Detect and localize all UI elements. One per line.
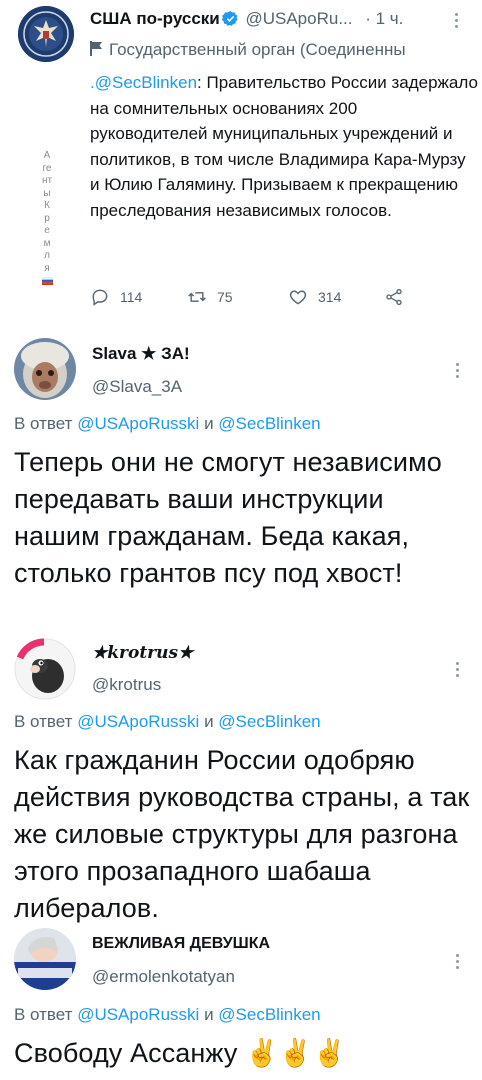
- flag-icon: [90, 41, 102, 56]
- reply-context: В ответ @USApoRusski и @SecBlinken: [14, 414, 321, 434]
- thread-letter: я: [44, 262, 50, 274]
- like-action[interactable]: 314: [288, 287, 341, 307]
- retweet-count: 75: [217, 289, 233, 305]
- share-icon: [386, 288, 402, 306]
- seal-avatar[interactable]: [18, 6, 74, 62]
- reply-prefix: В ответ: [14, 1005, 73, 1024]
- tweet-body: : Правительство России задержало на сомн…: [90, 73, 478, 220]
- tweet-text: Свободу Ассанжу ✌️✌️✌️: [14, 1038, 347, 1068]
- mention-link[interactable]: @USApoRusski: [77, 712, 199, 731]
- reply-join: и: [204, 1005, 214, 1024]
- like-icon: [289, 290, 307, 305]
- reply-count: 114: [120, 289, 143, 305]
- tweet-header: США по-русски @USApoRu... · 1 ч.: [90, 9, 403, 29]
- girl-avatar[interactable]: [14, 928, 76, 990]
- thread-letter: р: [44, 212, 50, 224]
- tweet-text: .@SecBlinken: Правительство России задер…: [90, 70, 478, 224]
- thread-letter: ге: [42, 162, 52, 174]
- mention-link[interactable]: @SecBlinken: [218, 414, 320, 433]
- main-tweet[interactable]: А ге нт ы К р е м л я США по-русски @USA…: [0, 0, 482, 330]
- author-handle[interactable]: @krotrus: [92, 675, 161, 695]
- share-action[interactable]: [384, 287, 404, 307]
- retweet-action[interactable]: 75: [187, 287, 233, 307]
- author-name[interactable]: Slava ★ ЗА!: [92, 344, 190, 364]
- tweet-text: Теперь они не смогут независимо передава…: [14, 447, 442, 588]
- reply-context: В ответ @USApoRusski и @SecBlinken: [14, 1005, 321, 1025]
- reply-action[interactable]: 114: [90, 287, 142, 307]
- retweet-icon: [188, 292, 206, 302]
- author-handle[interactable]: @ermolenkotatyan: [92, 967, 235, 987]
- author-handle[interactable]: @USApoRu...: [245, 9, 352, 28]
- verified-badge-icon: [221, 11, 238, 26]
- thread-letter: А: [43, 150, 51, 161]
- reply-tweet[interactable]: ★krotrus★ @krotrus В ответ @USApoRusski …: [0, 630, 482, 923]
- monkey-avatar[interactable]: [14, 338, 76, 400]
- tweet-time[interactable]: · 1 ч.: [365, 9, 403, 28]
- tweet-actions: 114 75 314: [90, 287, 470, 311]
- more-options-icon[interactable]: [456, 662, 460, 680]
- more-options-icon[interactable]: [456, 363, 460, 381]
- thread-letter: е: [44, 225, 50, 236]
- russian-flag-icon: [41, 277, 53, 285]
- thread-letter: нт: [41, 175, 53, 186]
- reply-tweet[interactable]: Slava ★ ЗА! @Slava_3A В ответ @USApoRuss…: [0, 330, 482, 630]
- mole-avatar[interactable]: [14, 638, 76, 700]
- government-label-text: Государственный орган (Соединенны: [109, 40, 406, 59]
- author-name[interactable]: США по-русски: [90, 9, 220, 28]
- tweet-text: Как гражданин России одобряю действия ру…: [14, 745, 470, 923]
- thread-letter: м: [43, 237, 51, 249]
- reply-join: и: [204, 414, 214, 433]
- government-label: Государственный орган (Соединенны: [90, 40, 406, 60]
- reply-prefix: В ответ: [14, 712, 73, 731]
- thread-letter: К: [44, 200, 50, 211]
- more-options-icon[interactable]: [456, 954, 460, 972]
- mention-link[interactable]: @USApoRusski: [77, 414, 199, 433]
- more-options-icon[interactable]: [455, 13, 459, 31]
- like-count: 314: [318, 289, 342, 305]
- mention-link[interactable]: @SecBlinken: [218, 712, 320, 731]
- mention-link[interactable]: .@SecBlinken: [90, 73, 197, 92]
- author-name[interactable]: ★krotrus★: [92, 643, 193, 663]
- reply-prefix: В ответ: [14, 414, 73, 433]
- reply-tweet[interactable]: ВЕЖЛИВАЯ ДЕВУШКА @ermolenkotatyan В отве…: [0, 922, 482, 1080]
- mention-link[interactable]: @SecBlinken: [218, 1005, 320, 1024]
- author-name[interactable]: ВЕЖЛИВАЯ ДЕВУШКА: [92, 935, 270, 953]
- reply-context: В ответ @USApoRusski и @SecBlinken: [14, 712, 321, 732]
- mention-link[interactable]: @USApoRusski: [77, 1005, 199, 1024]
- thread-letter: ы: [43, 187, 51, 199]
- thread-letter: л: [44, 250, 50, 261]
- reply-join: и: [204, 712, 214, 731]
- author-handle[interactable]: @Slava_3A: [92, 377, 182, 397]
- reply-icon: [92, 289, 108, 306]
- thread-label: А ге нт ы К р е м л я: [38, 150, 56, 290]
